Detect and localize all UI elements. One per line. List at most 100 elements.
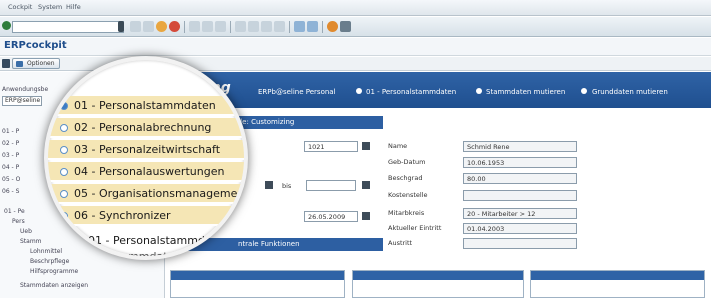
date-picker-icon[interactable]	[362, 212, 370, 220]
tree-toggle-icon[interactable]	[2, 59, 10, 68]
bottom-panel	[530, 270, 705, 298]
options-label: Optionen	[27, 60, 55, 67]
module-item[interactable]: 01 - Personalstammdaten	[48, 96, 244, 116]
print-icon[interactable]	[189, 21, 200, 32]
menu-help[interactable]: Hilfe	[66, 3, 81, 11]
prev-page-icon[interactable]	[248, 21, 259, 32]
bottom-panel	[170, 270, 345, 298]
tree-node[interactable]: 04 - P	[2, 164, 19, 171]
field-value	[463, 190, 577, 201]
first-page-icon[interactable]	[235, 21, 246, 32]
app-area-label: Anwendungsbe	[2, 86, 49, 93]
enter-icon[interactable]	[2, 21, 11, 30]
breadcrumb-arrow-icon	[356, 88, 362, 94]
field-label: Name	[388, 142, 408, 150]
tree-node[interactable]: 01 - Pe	[4, 208, 25, 215]
lens-tree-node[interactable]: 01 - Personalstammd	[88, 234, 205, 247]
tree-node[interactable]: Hilfsprogramme	[30, 268, 78, 275]
save-icon[interactable]	[130, 21, 141, 32]
new-session-icon[interactable]	[294, 21, 305, 32]
tree-node[interactable]: Stamm	[20, 238, 42, 245]
menu-cockpit[interactable]: Cockpit	[8, 3, 32, 11]
module-label: 04 - Personalauswertungen	[74, 165, 225, 178]
breadcrumb-item[interactable]: Grunddaten mutieren	[592, 88, 668, 96]
module-bullet-icon	[60, 212, 68, 220]
employee-info-panel: Name Schmid Rene Geb-Datum 10.06.1953 Be…	[383, 134, 578, 249]
field-label: Geb-Datum	[388, 158, 426, 166]
field-value	[463, 238, 577, 249]
breadcrumb-item[interactable]: 01 - Personalstammdaten	[366, 88, 456, 96]
tree-node[interactable]: 05 - O	[2, 176, 20, 183]
page-title: ERPcockpit	[4, 40, 67, 51]
field-value: 80.00	[463, 173, 577, 184]
standard-toolbar	[0, 17, 711, 37]
menu-bar: Cockpit System Hilfe	[0, 0, 711, 16]
help-icon[interactable]	[327, 21, 338, 32]
find-icon[interactable]	[202, 21, 213, 32]
breadcrumb-arrow-icon	[476, 88, 482, 94]
multiple-selection-icon[interactable]	[362, 181, 370, 189]
module-item[interactable]: 06 - Synchronizer	[48, 206, 244, 226]
module-item[interactable]: 02 - Personalabrechnung	[48, 118, 244, 138]
command-field[interactable]	[12, 21, 124, 33]
field-value: 10.06.1953	[463, 157, 577, 168]
module-item[interactable]: 05 - Organisationsmanagement	[48, 184, 248, 204]
options-button[interactable]: Optionen	[12, 58, 60, 69]
title-bar: ERPcockpit	[0, 38, 711, 56]
module-item[interactable]: 04 - Personalauswertungen	[48, 162, 244, 182]
field-label: Beschgrad	[388, 174, 423, 182]
options-icon	[16, 61, 23, 67]
layout-icon[interactable]	[340, 21, 351, 32]
field-label: Kostenstelle	[388, 191, 428, 199]
calendar-icon[interactable]	[362, 142, 370, 150]
tree-node[interactable]: 02 - P	[2, 140, 19, 147]
last-page-icon[interactable]	[274, 21, 285, 32]
bottom-panel	[352, 270, 524, 298]
breadcrumb-item[interactable]: Stammdaten mutieren	[486, 88, 565, 96]
magnifier-lens: 01 - Personalstammdaten 02 - Personalabr…	[44, 56, 248, 260]
back-icon[interactable]	[143, 21, 154, 32]
to-field[interactable]	[306, 180, 356, 191]
tree-node[interactable]: 01 - P	[2, 128, 19, 135]
module-bullet-icon	[60, 168, 68, 176]
dropdown-icon[interactable]	[118, 21, 124, 32]
tree-node[interactable]: 06 - S	[2, 188, 19, 195]
tree-node[interactable]: Pers	[12, 218, 25, 225]
field-label: Mitarbkreis	[388, 209, 425, 217]
app-area-field[interactable]: ERP@seline	[2, 96, 42, 106]
field-label: Austritt	[388, 239, 413, 247]
module-bullet-icon	[60, 190, 68, 198]
module-bullet-icon	[60, 102, 68, 110]
menu-system[interactable]: System	[38, 3, 62, 11]
module-label: 02 - Personalabrechnung	[74, 121, 212, 134]
module-label: 03 - Personalzeitwirtschaft	[74, 143, 221, 156]
exit-icon[interactable]	[156, 21, 167, 32]
value-field[interactable]: 1021	[304, 141, 358, 152]
module-label: 06 - Synchronizer	[74, 209, 171, 222]
module-label: 05 - Organisationsmanagement	[74, 187, 248, 200]
tree-node[interactable]: 03 - P	[2, 152, 19, 159]
breadcrumb-item[interactable]: ERPb@seline Personal	[258, 88, 336, 96]
module-bullet-icon	[60, 146, 68, 154]
central-functions-label: ntrale Funktionen	[238, 240, 300, 248]
module-item[interactable]: 03 - Personalzeitwirtschaft	[48, 140, 244, 160]
date-field[interactable]: 26.05.2009	[304, 211, 358, 222]
tree-node[interactable]: Stammdaten anzeigen	[20, 282, 88, 289]
breadcrumb-arrow-icon	[581, 88, 587, 94]
header-banner: ing ERPb@seline Personal 01 - Personalst…	[166, 72, 711, 108]
module-bullet-icon	[60, 124, 68, 132]
field-label: Aktueller Eintritt	[388, 224, 442, 232]
field-value: 01.04.2003	[463, 223, 577, 234]
tree-node[interactable]: Lohnmittel	[30, 248, 62, 255]
tree-node[interactable]: Ueb	[20, 228, 32, 235]
cancel-icon[interactable]	[169, 21, 180, 32]
folder-icon	[68, 238, 80, 246]
to-label: bis	[282, 182, 292, 190]
find-next-icon[interactable]	[215, 21, 226, 32]
tree-node[interactable]: Beschrpflege	[30, 258, 69, 265]
shortcut-icon[interactable]	[307, 21, 318, 32]
field-value: Schmid Rene	[463, 141, 577, 152]
field-value: 20 - Mitarbeiter > 12	[463, 208, 577, 219]
next-page-icon[interactable]	[261, 21, 272, 32]
multiple-selection-icon[interactable]	[265, 181, 273, 189]
